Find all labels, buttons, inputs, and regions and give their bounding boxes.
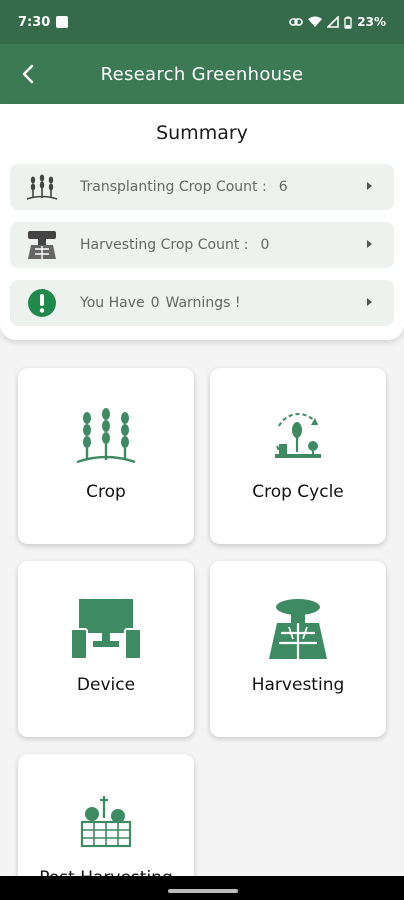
back-button[interactable] — [12, 58, 44, 90]
wheat-icon — [22, 167, 62, 207]
notification-icon — [56, 16, 69, 28]
warnings-prefix: You Have — [80, 295, 145, 311]
battery-level: 23% — [357, 15, 386, 29]
transplanting-count-label: Transplanting Crop Count : — [80, 179, 267, 195]
harvesting-icon — [210, 599, 386, 661]
warnings-value: 0 — [150, 295, 160, 311]
chevron-right-icon — [367, 182, 372, 190]
crop-label: Crop — [86, 482, 126, 502]
warnings-row[interactable]: You Have 0 Warnings ! — [10, 280, 394, 326]
harvest-icon — [22, 225, 62, 265]
status-time: 7:30 — [18, 14, 51, 30]
harvesting-count-text: Harvesting Crop Count : 0 — [80, 237, 269, 253]
transplanting-count-text: Transplanting Crop Count : 6 — [80, 179, 288, 195]
summary-card: Summary Transplanting Crop Count : 6 Har… — [0, 104, 404, 340]
back-chevron-icon — [22, 64, 34, 84]
harvesting-count-label: Harvesting Crop Count : — [80, 237, 249, 253]
wifi-icon — [308, 16, 323, 27]
system-nav-bar — [0, 876, 404, 900]
page-title: Research Greenhouse — [100, 63, 304, 85]
crop-cycle-card[interactable]: Crop Cycle — [210, 368, 386, 544]
home-handle[interactable] — [168, 889, 238, 893]
harvesting-count-value: 0 — [260, 237, 270, 253]
status-bar: 7:30 23% — [0, 0, 404, 44]
warnings-suffix: Warnings ! — [165, 295, 241, 311]
crop-cycle-label: Crop Cycle — [252, 482, 344, 502]
warnings-text: You Have 0 Warnings ! — [80, 295, 240, 311]
crop-icon — [18, 406, 194, 464]
harvesting-count-row[interactable]: Harvesting Crop Count : 0 — [10, 222, 394, 268]
harvesting-label: Harvesting — [251, 675, 345, 695]
app-bar: Research Greenhouse — [0, 44, 404, 104]
link-icon — [289, 18, 304, 26]
crop-card[interactable]: Crop — [18, 368, 194, 544]
signal-icon — [327, 16, 340, 28]
device-card[interactable]: Device — [18, 561, 194, 737]
chevron-right-icon — [367, 298, 372, 306]
chevron-right-icon — [367, 240, 372, 248]
post-harvesting-icon — [18, 792, 194, 850]
summary-title: Summary — [156, 122, 248, 144]
transplanting-count-value: 6 — [278, 179, 288, 195]
crop-cycle-icon — [210, 406, 386, 464]
harvesting-card[interactable]: Harvesting — [210, 561, 386, 737]
transplanting-count-row[interactable]: Transplanting Crop Count : 6 — [10, 164, 394, 210]
device-label: Device — [76, 675, 136, 695]
device-icon — [18, 599, 194, 661]
warning-icon — [22, 283, 62, 323]
battery-icon — [344, 16, 352, 29]
status-icons: 23% — [289, 15, 386, 29]
